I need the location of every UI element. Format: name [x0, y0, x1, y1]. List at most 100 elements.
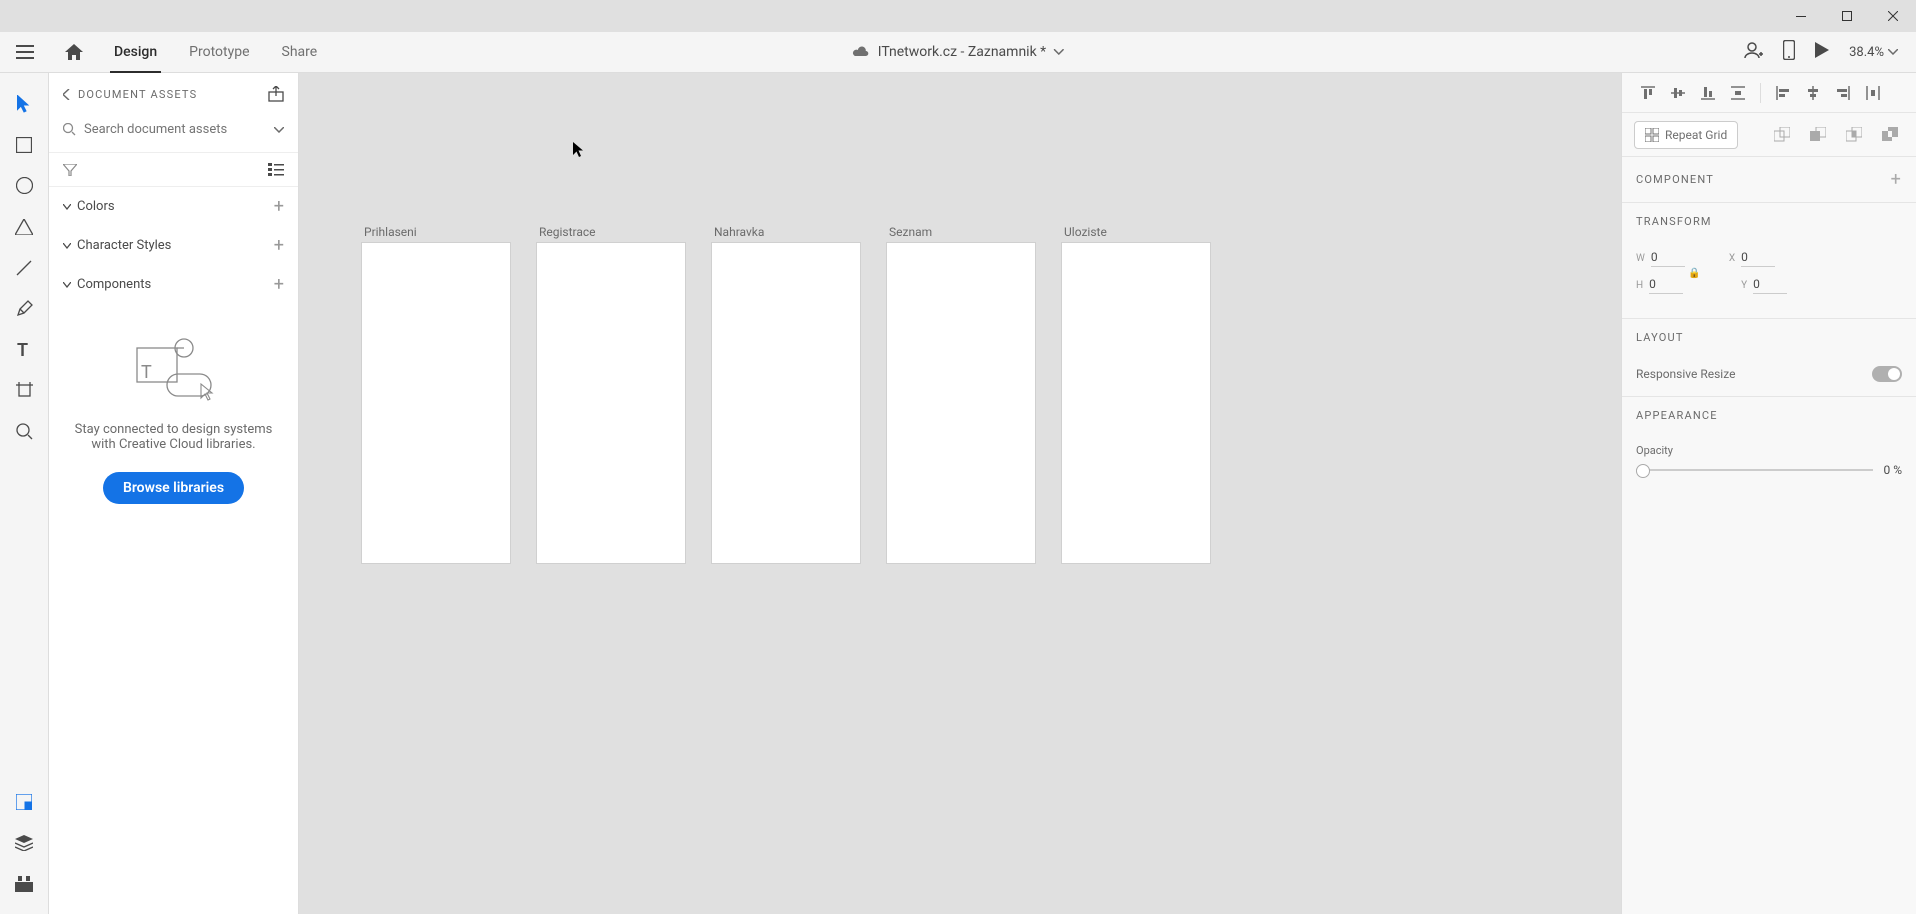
repeat-grid-icon — [1645, 128, 1659, 142]
responsive-resize-toggle[interactable] — [1872, 366, 1902, 382]
align-vcenter[interactable] — [1664, 79, 1692, 107]
zoom-tool[interactable] — [0, 411, 49, 452]
artboard-rect[interactable] — [712, 243, 860, 563]
artboard[interactable]: Nahravka — [712, 225, 860, 563]
artboard-label[interactable]: Registrace — [537, 225, 685, 239]
line-icon — [15, 259, 33, 277]
chevron-down-icon — [63, 282, 71, 288]
component-section-header: COMPONENT + — [1622, 157, 1916, 203]
add-component-state[interactable]: + — [1891, 169, 1902, 190]
responsive-resize-label: Responsive Resize — [1636, 367, 1735, 381]
polygon-tool[interactable] — [0, 206, 49, 247]
publish-icon[interactable] — [268, 86, 284, 102]
assets-icon — [16, 794, 32, 810]
invite-button[interactable] — [1743, 40, 1763, 64]
filter-icon[interactable] — [63, 164, 77, 176]
tab-design[interactable]: Design — [98, 32, 173, 73]
pen-tool[interactable] — [0, 288, 49, 329]
artboard[interactable]: Prihlaseni — [362, 225, 510, 563]
search-assets-input[interactable] — [84, 122, 266, 137]
artboard-rect[interactable] — [537, 243, 685, 563]
mouse-cursor-icon — [573, 142, 585, 158]
transform-section-header: TRANSFORM — [1622, 203, 1916, 240]
chevron-down-icon — [1054, 49, 1064, 55]
artboard[interactable]: Uloziste — [1062, 225, 1210, 563]
assets-panel-toggle[interactable] — [0, 781, 49, 822]
library-promo-icon: T — [129, 334, 219, 404]
assets-components-section[interactable]: Components + — [49, 265, 298, 304]
home-button[interactable] — [49, 32, 98, 73]
artboard[interactable]: Registrace — [537, 225, 685, 563]
align-top[interactable] — [1634, 79, 1662, 107]
y-field[interactable]: Y0 — [1741, 277, 1787, 294]
tab-prototype[interactable]: Prototype — [173, 32, 265, 73]
artboard-rect[interactable] — [887, 243, 1035, 563]
add-component-button[interactable]: + — [274, 274, 284, 295]
ellipse-tool[interactable] — [0, 165, 49, 206]
add-color-button[interactable]: + — [274, 196, 284, 217]
width-field[interactable]: W0 — [1636, 250, 1685, 267]
mode-tabs: Design Prototype Share — [98, 32, 333, 73]
distribute-v[interactable] — [1724, 79, 1752, 107]
opacity-slider[interactable] — [1636, 469, 1873, 471]
pointer-icon — [17, 95, 31, 113]
distribute-h[interactable] — [1859, 79, 1887, 107]
align-right[interactable] — [1829, 79, 1857, 107]
artboard[interactable]: Seznam — [887, 225, 1035, 563]
align-hcenter[interactable] — [1799, 79, 1827, 107]
chevron-down-icon[interactable] — [274, 127, 284, 133]
opacity-value: 0 % — [1883, 463, 1902, 477]
window-maximize[interactable] — [1824, 0, 1870, 32]
device-preview-button[interactable] — [1783, 40, 1795, 64]
plugin-icon — [15, 876, 33, 892]
artboard-label[interactable]: Seznam — [887, 225, 1035, 239]
artboard-rect[interactable] — [1062, 243, 1210, 563]
opacity-label: Opacity — [1636, 444, 1902, 457]
artboard-tool[interactable] — [0, 370, 49, 411]
window-minimize[interactable] — [1778, 0, 1824, 32]
hamburger-menu[interactable] — [0, 32, 49, 73]
repeat-grid-button[interactable]: Repeat Grid — [1634, 121, 1738, 149]
line-tool[interactable] — [0, 247, 49, 288]
align-left[interactable] — [1769, 79, 1797, 107]
document-title-wrap[interactable]: ITnetwork.cz - Zaznamnik * — [852, 44, 1064, 60]
window-titlebar — [0, 0, 1916, 32]
artboard-rect[interactable] — [362, 243, 510, 563]
document-title: ITnetwork.cz - Zaznamnik * — [878, 44, 1046, 60]
align-row — [1622, 73, 1916, 113]
plugins-panel-toggle[interactable] — [0, 863, 49, 904]
bool-intersect[interactable] — [1840, 121, 1868, 149]
ellipse-icon — [16, 177, 33, 194]
zoom-dropdown[interactable]: 38.4% — [1849, 45, 1898, 60]
browse-libraries-button[interactable]: Browse libraries — [103, 472, 244, 504]
x-field[interactable]: X0 — [1729, 250, 1775, 267]
chevron-left-icon[interactable] — [63, 89, 70, 100]
artboard-label[interactable]: Nahravka — [712, 225, 860, 239]
select-tool[interactable] — [0, 83, 49, 124]
bool-subtract[interactable] — [1804, 121, 1832, 149]
canvas[interactable]: Prihlaseni Registrace Nahravka Seznam Ul… — [299, 73, 1621, 914]
bool-exclude[interactable] — [1876, 121, 1904, 149]
layers-icon — [15, 835, 33, 851]
chevron-down-icon — [63, 243, 71, 249]
layers-panel-toggle[interactable] — [0, 822, 49, 863]
bool-add[interactable] — [1768, 121, 1796, 149]
artboard-label[interactable]: Prihlaseni — [362, 225, 510, 239]
align-bottom[interactable] — [1694, 79, 1722, 107]
artboard-label[interactable]: Uloziste — [1062, 225, 1210, 239]
library-promo-text: Stay connected to design systems with Cr… — [63, 422, 284, 452]
height-field[interactable]: H0 — [1636, 277, 1683, 294]
text-tool[interactable]: T — [0, 329, 49, 370]
assets-charstyles-section[interactable]: Character Styles + — [49, 226, 298, 265]
assets-panel: DOCUMENT ASSETS Colors + Character Style… — [49, 73, 299, 914]
rectangle-tool[interactable] — [0, 124, 49, 165]
assets-colors-section[interactable]: Colors + — [49, 187, 298, 226]
pen-icon — [16, 300, 33, 317]
tab-share[interactable]: Share — [266, 32, 334, 73]
svg-text:T: T — [141, 362, 152, 383]
list-view-icon[interactable] — [268, 163, 284, 176]
add-charstyle-button[interactable]: + — [274, 235, 284, 256]
topbar: Design Prototype Share ITnetwork.cz - Za… — [0, 32, 1916, 73]
play-preview-button[interactable] — [1815, 42, 1829, 62]
window-close[interactable] — [1870, 0, 1916, 32]
